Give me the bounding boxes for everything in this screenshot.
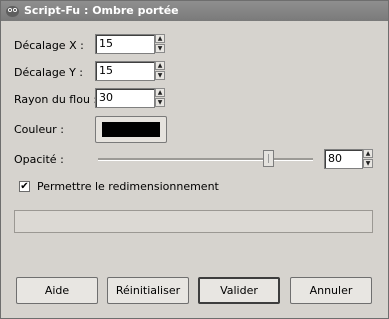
help-button[interactable]: Aide bbox=[16, 277, 98, 304]
opacity-decrement-button[interactable]: ▼ bbox=[363, 159, 373, 168]
reset-button[interactable]: Réinitialiser bbox=[107, 277, 189, 304]
offset-y-input[interactable]: 15 bbox=[95, 61, 155, 81]
blur-radius-spinbutton: 30 ▲ ▼ bbox=[95, 88, 166, 108]
offset-x-spinbutton: 15 ▲ ▼ bbox=[95, 34, 166, 54]
blur-radius-increment-button[interactable]: ▲ bbox=[155, 88, 165, 97]
opacity-spinbutton: 80 ▲ ▼ bbox=[324, 149, 374, 169]
title-bar[interactable]: Script-Fu : Ombre portée bbox=[1, 1, 388, 21]
resize-checkbox[interactable]: ✔ bbox=[19, 181, 30, 192]
blur-radius-input[interactable]: 30 bbox=[95, 88, 155, 108]
ok-button[interactable]: Valider bbox=[198, 277, 280, 304]
offset-x-decrement-button[interactable]: ▼ bbox=[155, 44, 165, 53]
offset-x-increment-button[interactable]: ▲ bbox=[155, 34, 165, 43]
color-swatch bbox=[102, 122, 160, 137]
opacity-label: Opacité : bbox=[14, 153, 64, 166]
dialog-window: Script-Fu : Ombre portée Décalage X : 15… bbox=[0, 0, 389, 319]
resize-checkbox-label[interactable]: Permettre le redimensionnement bbox=[37, 180, 219, 193]
opacity-slider-track[interactable] bbox=[98, 158, 313, 161]
offset-y-spinbutton: 15 ▲ ▼ bbox=[95, 61, 166, 81]
window-title: Script-Fu : Ombre portée bbox=[24, 4, 179, 17]
blur-radius-label: Rayon du flou : bbox=[14, 93, 98, 106]
offset-x-label: Décalage X : bbox=[14, 39, 84, 52]
color-label: Couleur : bbox=[14, 123, 64, 136]
opacity-increment-button[interactable]: ▲ bbox=[363, 149, 373, 158]
progress-bar bbox=[14, 210, 373, 233]
offset-y-increment-button[interactable]: ▲ bbox=[155, 61, 165, 70]
cancel-button[interactable]: Annuler bbox=[290, 277, 372, 304]
offset-y-label: Décalage Y : bbox=[14, 66, 83, 79]
opacity-slider-handle[interactable] bbox=[263, 150, 274, 167]
offset-x-input[interactable]: 15 bbox=[95, 34, 155, 54]
opacity-input[interactable]: 80 bbox=[324, 149, 363, 169]
color-picker-button[interactable] bbox=[95, 116, 167, 143]
gimp-app-icon bbox=[6, 6, 19, 17]
blur-radius-decrement-button[interactable]: ▼ bbox=[155, 98, 165, 107]
offset-y-decrement-button[interactable]: ▼ bbox=[155, 71, 165, 80]
